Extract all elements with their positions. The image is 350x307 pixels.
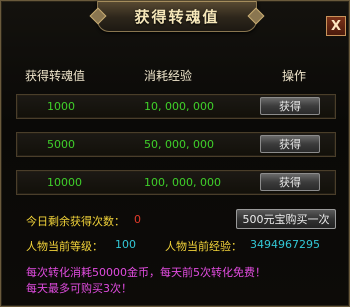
header-exp-cost: 消耗经验 [144, 69, 193, 83]
exp-cost-cell: 10, 000, 000 [144, 100, 214, 113]
remaining-times-label: 今日剩余获得次数： [26, 215, 125, 228]
note-line-1: 每次转化消耗50000金币，每天前5次转化免费！ [26, 266, 266, 279]
buy-once-button[interactable]: 500元宝购买一次 [236, 209, 336, 229]
note-line-2: 每天最多可购买3次！ [26, 282, 132, 295]
soul-value-cell: 5000 [47, 138, 75, 151]
table-row: 1000 10, 000, 000 获得 [16, 94, 336, 119]
dialog-title-plate: 获得转魂值 [97, 1, 257, 32]
soul-value-cell: 10000 [47, 176, 82, 189]
current-exp-value: 3494967295 [250, 238, 320, 251]
header-action: 操作 [282, 69, 307, 83]
get-button-1000[interactable]: 获得 [260, 97, 320, 115]
table-row: 10000 100, 000, 000 获得 [16, 170, 336, 195]
current-exp-label: 人物当前经验： [165, 240, 242, 253]
exp-cost-cell: 100, 000, 000 [144, 176, 221, 189]
header-soul-value: 获得转魂值 [25, 69, 86, 83]
table-row: 5000 50, 000, 000 获得 [16, 132, 336, 157]
get-button-10000[interactable]: 获得 [260, 173, 320, 191]
remaining-times-value: 0 [134, 213, 141, 226]
soul-value-cell: 1000 [47, 100, 75, 113]
exp-cost-cell: 50, 000, 000 [144, 138, 214, 151]
dialog-title: 获得转魂值 [134, 7, 220, 26]
get-button-5000[interactable]: 获得 [260, 135, 320, 153]
get-soul-value-dialog: 获得转魂值 X 获得转魂值 消耗经验 操作 1000 10, 000, 000 … [0, 0, 350, 307]
level-label: 人物当前等级： [26, 240, 103, 253]
level-value: 100 [115, 238, 136, 251]
close-button[interactable]: X [326, 16, 346, 36]
